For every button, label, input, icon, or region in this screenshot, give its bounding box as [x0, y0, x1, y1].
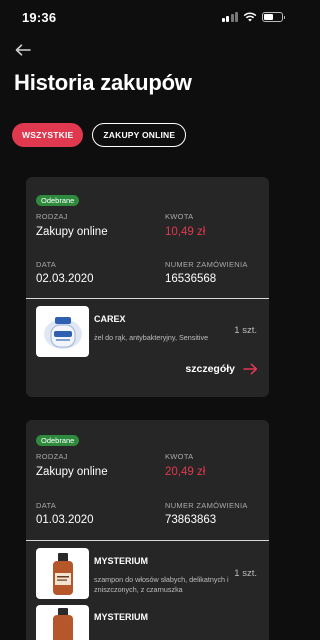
- order-number-label: NUMER ZAMÓWIENIA: [165, 501, 248, 510]
- wifi-icon: [243, 12, 257, 22]
- back-arrow-icon: [15, 44, 31, 56]
- amount-label: KWOTA: [165, 452, 194, 461]
- status-badge: Odebrane: [36, 195, 80, 206]
- product-image: [36, 605, 89, 640]
- divider: [26, 298, 269, 299]
- product-name: CAREX: [94, 314, 126, 324]
- type-label: RODZAJ: [36, 212, 68, 221]
- product-description: żel do rąk, antybakteryjny, Sensitive: [94, 333, 209, 342]
- product-image: [36, 306, 89, 357]
- order-card[interactable]: Odebrane RODZAJ Zakupy online KWOTA 10,4…: [26, 177, 269, 397]
- filter-chip-online[interactable]: ZAKUPY ONLINE: [92, 123, 187, 147]
- filter-chip-all[interactable]: WSZYSTKIE: [12, 123, 84, 147]
- back-button[interactable]: [12, 40, 34, 60]
- product-image: [36, 548, 89, 599]
- product-quantity: 1 szt.: [234, 568, 257, 579]
- product-name: MYSTERIUM: [94, 612, 148, 622]
- order-number-value: 73863863: [165, 514, 217, 526]
- details-link[interactable]: szczegóły: [185, 363, 258, 375]
- date-value: 02.03.2020: [36, 273, 94, 285]
- product-description: szampon do włosów słabych, delikatnych i…: [94, 575, 229, 594]
- status-time: 19:36: [22, 9, 57, 25]
- type-value: Zakupy online: [36, 466, 108, 478]
- order-number-value: 16536568: [165, 273, 217, 285]
- product-quantity: 1 szt.: [234, 325, 257, 336]
- status-bar: 19:36: [0, 0, 295, 34]
- date-value: 01.03.2020: [36, 514, 94, 526]
- page-title: Historia zakupów: [14, 70, 192, 95]
- type-label: RODZAJ: [36, 452, 68, 461]
- status-badge: Odebrane: [36, 435, 80, 446]
- status-icons: [221, 12, 285, 22]
- signal-icon: [221, 12, 238, 22]
- order-card[interactable]: Odebrane RODZAJ Zakupy online KWOTA 20,4…: [26, 420, 269, 640]
- amount-value: 20,49 zł: [165, 466, 206, 478]
- type-value: Zakupy online: [36, 226, 108, 238]
- order-number-label: NUMER ZAMÓWIENIA: [165, 260, 248, 269]
- product-name: MYSTERIUM: [94, 556, 148, 566]
- details-label: szczegóły: [185, 363, 235, 375]
- arrow-right-icon: [243, 363, 258, 375]
- battery-icon: [262, 12, 285, 22]
- amount-label: KWOTA: [165, 212, 194, 221]
- filter-tabs: WSZYSTKIE ZAKUPY ONLINE: [12, 123, 187, 147]
- divider: [26, 540, 269, 541]
- date-label: DATA: [36, 260, 57, 269]
- amount-value: 10,49 zł: [165, 226, 206, 238]
- date-label: DATA: [36, 501, 57, 510]
